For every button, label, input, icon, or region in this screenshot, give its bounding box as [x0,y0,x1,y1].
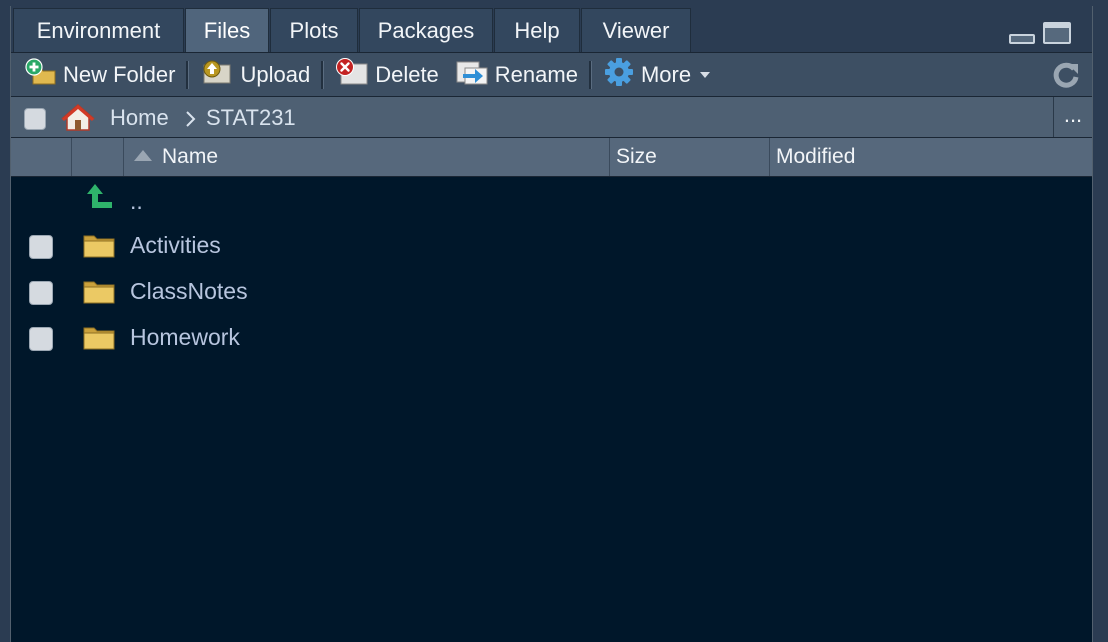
rename-label: Rename [494,61,578,87]
delete-button[interactable]: Delete [329,57,445,93]
tab-packages[interactable]: Packages [359,8,493,52]
refresh-icon [1052,62,1080,93]
file-name-link[interactable]: Homework [130,324,240,351]
go-to-directory-button[interactable]: ... [1053,97,1092,137]
column-header-name[interactable]: Name [124,138,610,176]
table-row[interactable]: ClassNotes [11,270,1092,316]
folder-icon [83,325,115,356]
delete-label: Delete [375,61,439,87]
column-header-size[interactable]: Size [610,138,770,176]
tab-help[interactable]: Help [494,8,580,52]
chevron-down-icon [700,71,711,78]
breadcrumb-current[interactable]: STAT231 [206,105,296,131]
files-toolbar: New Folder Upload Delete Rename More [11,53,1092,97]
tab-viewer[interactable]: Viewer [581,8,691,52]
file-name-link[interactable]: Activities [130,232,221,259]
folder-icon [83,233,115,264]
new-folder-icon [25,57,63,92]
gear-icon [603,57,641,93]
toolbar-separator [588,60,592,89]
more-label: More [640,61,692,87]
table-row[interactable]: .. [11,178,1092,224]
rename-icon [455,58,495,92]
chevron-right-icon [184,110,196,133]
new-folder-button[interactable]: New Folder [19,57,181,93]
header-icon-column [72,138,124,176]
folder-icon [83,279,115,310]
more-menu-button[interactable]: More [597,57,716,93]
parent-directory-icon [85,182,115,219]
row-checkbox[interactable] [29,281,53,305]
rename-button[interactable]: Rename [449,57,584,93]
file-table-header: Name Size Modified [11,138,1092,177]
table-row[interactable]: Activities [11,224,1092,270]
column-size-label: Size [616,145,657,168]
upload-button[interactable]: Upload [194,57,316,93]
row-checkbox[interactable] [29,235,53,259]
tab-bar: Environment Files Plots Packages Help Vi… [11,6,1092,53]
header-checkbox-column [11,138,72,176]
column-header-modified[interactable]: Modified [770,138,1092,176]
minimize-pane-button[interactable] [1009,34,1035,44]
tab-plots[interactable]: Plots [270,8,358,52]
maximize-pane-button[interactable] [1043,22,1071,44]
tab-environment[interactable]: Environment [13,8,184,52]
new-folder-label: New Folder [63,61,176,87]
upload-icon [200,58,240,92]
tab-files[interactable]: Files [185,8,269,52]
home-icon[interactable] [60,103,96,138]
select-all-checkbox[interactable] [24,108,46,130]
file-name-link[interactable]: .. [130,188,143,215]
toolbar-separator [186,60,190,89]
delete-icon [335,57,375,92]
breadcrumb: Home STAT231 ... [11,97,1092,138]
refresh-button[interactable] [1052,61,1080,94]
table-row[interactable]: Homework [11,316,1092,362]
row-checkbox[interactable] [29,327,53,351]
sort-ascending-icon [134,150,152,161]
toolbar-separator [321,60,325,89]
breadcrumb-home[interactable]: Home [110,105,169,131]
files-pane: Environment Files Plots Packages Help Vi… [10,6,1093,642]
upload-label: Upload [240,61,311,87]
column-name-label: Name [162,145,219,168]
file-name-link[interactable]: ClassNotes [130,278,248,305]
column-modified-label: Modified [776,145,856,168]
